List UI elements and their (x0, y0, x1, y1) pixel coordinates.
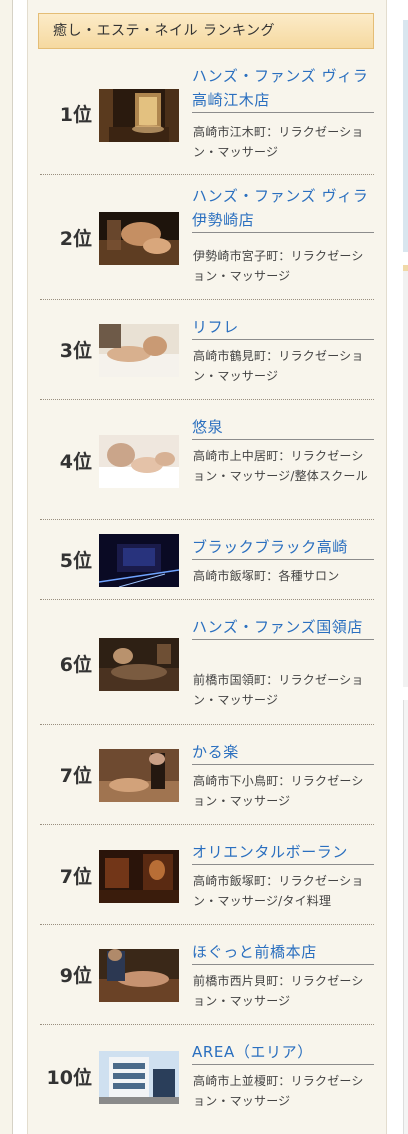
rank-number: 7位 (59, 765, 92, 787)
ranking-item: 2位 ハンズ・ファンズ ヴィラ伊勢崎店 伊勢崎市宮子町：リラクゼーション・マッサ… (40, 175, 374, 300)
shop-name-link[interactable]: AREA（エリア） (192, 1040, 374, 1065)
shop-name-link[interactable]: オリエンタルボーラン (192, 840, 374, 865)
rank-number: 5位 (59, 550, 92, 572)
shop-name-link[interactable]: かる楽 (192, 740, 374, 765)
body-care-photo[interactable] (99, 749, 179, 802)
ranking-item: 7位 かる楽 高崎市下小鳥町：リラクゼーション・マッサージ (40, 725, 374, 825)
ranking-item: 1位 ハンズ・ファンズ ヴィラ 高崎江木店 高崎市江木町：リラクゼーション・マッ… (40, 55, 374, 175)
ranking-item: 6位 ハンズ・ファンズ国領店 前橋市国領町：リラクゼーション・マッサージ (40, 600, 374, 725)
rank-number: 10位 (46, 1067, 92, 1089)
ranking-item: 5位 ブラックブラック高崎 高崎市飯塚町：各種サロン (40, 520, 374, 600)
shop-name-link[interactable]: ブラックブラック高崎 (192, 535, 374, 560)
rank-number: 1位 (59, 104, 92, 126)
ranking-item: 3位 リフレ 高崎市鶴見町：リラクゼーション・マッサージ (40, 300, 374, 400)
shop-name-link[interactable]: リフレ (192, 315, 374, 340)
ranking-title: 癒し・エステ・ネイル ランキング (38, 13, 374, 49)
rank-number: 3位 (59, 340, 92, 362)
thai-interior-photo[interactable] (99, 850, 179, 903)
shop-description: 高崎市飯塚町：各種サロン (193, 569, 340, 583)
ranking-item: 9位 ほぐっと前橋本店 前橋市西片貝町：リラクゼーション・マッサージ (40, 925, 374, 1025)
shop-description: 高崎市上中居町：リラクゼーション・マッサージ/整体スクール (193, 449, 368, 483)
salon-exterior-photo[interactable] (99, 534, 179, 587)
shop-name-link[interactable]: ハンズ・ファンズ国領店 (192, 615, 374, 640)
foot-care-photo[interactable] (99, 435, 179, 488)
ranking-item: 4位 悠泉 高崎市上中居町：リラクゼーション・マッサージ/整体スクール (40, 400, 374, 520)
shop-name-link[interactable]: ハンズ・ファンズ ヴィラ 高崎江木店 (192, 64, 374, 113)
spa-room-photo[interactable] (99, 89, 179, 142)
shop-description: 高崎市鶴見町：リラクゼーション・マッサージ (193, 349, 364, 383)
shop-description: 高崎市上並榎町：リラクゼーション・マッサージ (193, 1074, 364, 1108)
left-column-edge (0, 0, 12, 1134)
building-photo[interactable] (99, 1051, 179, 1104)
shop-description: 前橋市西片貝町：リラクゼーション・マッサージ (193, 974, 364, 1008)
shop-name-link[interactable]: ほぐっと前橋本店 (192, 940, 374, 965)
shop-description: 高崎市飯塚町：リラクゼーション・マッサージ/タイ料理 (193, 874, 364, 908)
shop-description: 前橋市国領町：リラクゼーション・マッサージ (193, 673, 364, 707)
foot-massage-photo[interactable] (99, 324, 179, 377)
ranking-item: 7位 オリエンタルボーラン 高崎市飯塚町：リラクゼーション・マッサージ/タイ料理 (40, 825, 374, 925)
shop-description: 高崎市下小鳥町：リラクゼーション・マッサージ (193, 774, 364, 808)
relax-room-photo[interactable] (99, 638, 179, 691)
left-column-border (12, 0, 13, 1134)
rank-number: 7位 (59, 866, 92, 888)
ranking-item: 10位 AREA（エリア） 高崎市上並榎町：リラクゼーション・マッサージ (40, 1025, 374, 1124)
shop-description: 高崎市江木町：リラクゼーション・マッサージ (193, 125, 364, 159)
rank-number: 2位 (59, 228, 92, 250)
rank-number: 6位 (59, 654, 92, 676)
shop-name-link[interactable]: ハンズ・ファンズ ヴィラ伊勢崎店 (192, 184, 374, 233)
back-massage-photo[interactable] (99, 949, 179, 1002)
right-column-grey-block (403, 271, 408, 687)
rank-number: 4位 (59, 451, 92, 473)
shop-name-link[interactable]: 悠泉 (192, 415, 374, 440)
rank-number: 9位 (59, 965, 92, 987)
right-column-blue-block (403, 20, 408, 252)
right-column-lower-block (403, 700, 408, 1134)
massage-photo[interactable] (99, 212, 179, 265)
shop-description: 伊勢崎市宮子町：リラクゼーション・マッサージ (193, 249, 364, 283)
